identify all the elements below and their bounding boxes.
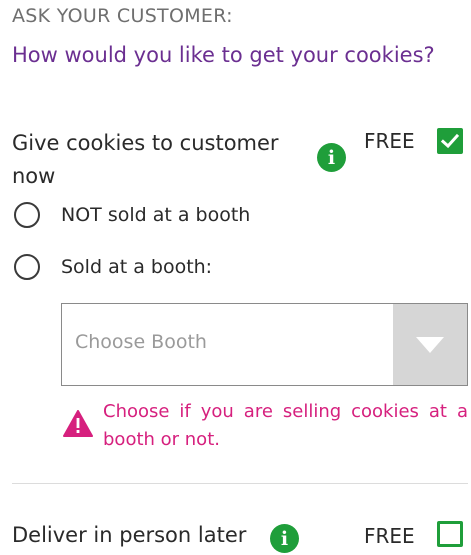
option-give-now-title: Give cookies to customer now [12, 131, 279, 188]
ask-customer-label: ASK YOUR CUSTOMER: [12, 5, 233, 27]
choose-booth-select[interactable]: Choose Booth [61, 303, 468, 386]
choose-booth-placeholder: Choose Booth [75, 331, 207, 353]
radio-sold-at-booth-label[interactable]: Sold at a booth: [61, 256, 212, 278]
option-deliver-later-price: FREE [364, 524, 415, 548]
option-deliver-later-checkbox[interactable] [437, 521, 463, 547]
radio-not-sold-at-booth-label[interactable]: NOT sold at a booth [61, 204, 250, 226]
option-deliver-later-title: Deliver in person later [12, 523, 247, 547]
warning-triangle-icon [63, 410, 93, 437]
section-divider [12, 483, 468, 484]
select-dropdown-button[interactable] [393, 304, 467, 385]
info-icon[interactable]: i [270, 524, 299, 553]
booth-warning-message: Choose if you are selling cookies at a b… [103, 401, 468, 450]
option-give-now-price: FREE [364, 129, 415, 153]
checkmark-icon [440, 133, 460, 149]
chevron-down-icon [416, 336, 444, 353]
radio-not-sold-at-booth[interactable] [14, 202, 40, 228]
info-glyph: i [280, 527, 289, 550]
option-give-now-checkbox[interactable] [437, 128, 463, 154]
info-glyph: i [327, 146, 336, 169]
radio-sold-at-booth[interactable] [14, 254, 40, 280]
delivery-question: How would you like to get your cookies? [12, 43, 435, 67]
info-icon[interactable]: i [317, 143, 346, 172]
